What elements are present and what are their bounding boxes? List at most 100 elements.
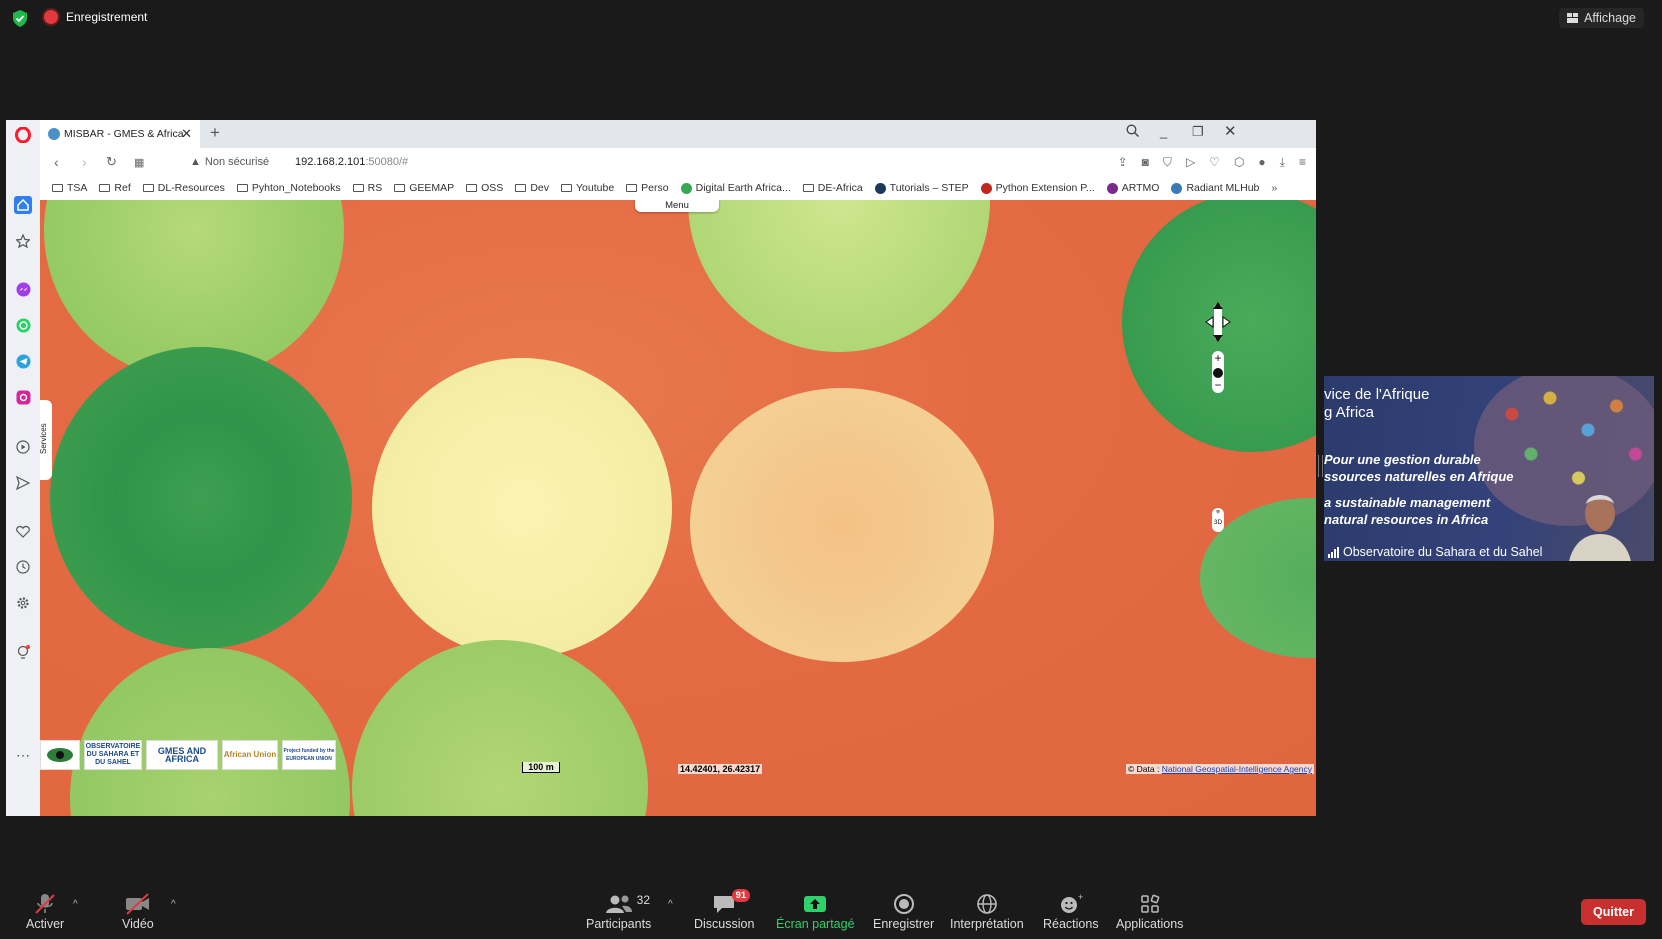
extensions-cube-icon[interactable]: ⬡ (1234, 155, 1244, 170)
whatsapp-icon[interactable] (14, 316, 32, 334)
tab-misbar[interactable]: MISBAR - GMES & Africa ✕ (40, 120, 200, 148)
folder-icon (352, 184, 364, 192)
map-menu-button[interactable]: Menu (635, 200, 719, 212)
adblock-shield-icon[interactable]: ⛉ (1163, 155, 1172, 170)
apps-button[interactable]: Applications (1116, 891, 1183, 931)
bookmark-heart-icon[interactable]: ♡ (1209, 155, 1220, 170)
share-page-icon[interactable]: ⇪ (1118, 155, 1128, 170)
bookmark-item[interactable]: DL-Resources (142, 182, 225, 194)
bookmark-item[interactable]: OSS (466, 182, 503, 194)
lightbulb-icon[interactable] (14, 644, 32, 662)
split-resize-handle[interactable] (1318, 455, 1323, 477)
apps-grid-icon (1140, 894, 1160, 913)
tab-strip: MISBAR - GMES & Africa ✕ + _ ❐ ✕ (40, 120, 1316, 148)
home-icon[interactable] (14, 196, 32, 214)
bookmark-label: Pyhton_Notebooks (251, 182, 341, 194)
bookmark-item[interactable]: Pyhton_Notebooks (236, 182, 341, 194)
signal-bars-icon (1328, 546, 1339, 558)
bookmark-label: Youtube (576, 182, 615, 194)
services-panel-tab[interactable]: Services (40, 400, 52, 480)
chat-button[interactable]: 91 Discussion (694, 889, 754, 931)
messenger-icon[interactable] (14, 280, 32, 298)
bookmark-item[interactable]: DE-Africa (802, 182, 863, 194)
close-tab-icon[interactable]: ✕ (181, 126, 192, 142)
bookmark-item[interactable]: Tutorials – STEP (874, 182, 969, 194)
map-attribution: © Data : National Geospatial-Intelligenc… (1126, 764, 1314, 774)
close-window-icon[interactable]: ✕ (1224, 122, 1237, 140)
reactions-button[interactable]: + Réactions (1043, 891, 1099, 931)
telegram-icon[interactable] (14, 352, 32, 370)
opera-logo-icon[interactable] (14, 126, 32, 144)
leave-meeting-button[interactable]: Quitter (1581, 899, 1646, 925)
bookmark-item[interactable]: Python Extension P... (980, 182, 1095, 194)
screen-share-button[interactable]: Écran partagé (776, 891, 855, 931)
cursor-coordinates: 14.42401, 26.42317 (678, 764, 763, 774)
history-icon[interactable] (14, 558, 32, 576)
minimize-icon[interactable]: _ (1160, 124, 1167, 139)
bookmark-item[interactable]: Youtube (561, 182, 614, 194)
instagram-icon[interactable] (14, 388, 32, 406)
pivot-field (690, 388, 994, 662)
african-union-logo: African Union (222, 740, 278, 770)
audio-options-chevron-icon[interactable]: ^ (73, 899, 78, 910)
back-icon[interactable]: ‹ (54, 154, 59, 170)
map-viewport[interactable]: Menu Services + − ≡ 3D OBSERVATOIRE DU S… (40, 200, 1316, 816)
bookmark-item[interactable]: Radiant MLHub (1171, 182, 1259, 194)
bookmark-item[interactable]: Digital Earth Africa... (680, 182, 791, 194)
bookmark-label: RS (367, 182, 383, 194)
bookmark-item[interactable]: Dev (515, 182, 549, 194)
tab-grid-icon[interactable]: ▦ (134, 156, 144, 169)
bookmark-item[interactable]: RS (352, 182, 383, 194)
camera-icon[interactable]: ◙ (1142, 155, 1149, 170)
star-icon[interactable] (14, 232, 32, 250)
bookmark-label: Radiant MLHub (1186, 182, 1260, 194)
view-button[interactable]: Affichage (1559, 8, 1644, 28)
oss-logo: OBSERVATOIRE DU SAHARA ET DU SAHEL (84, 740, 142, 770)
pivot-field (50, 347, 352, 649)
player-icon[interactable] (14, 438, 32, 456)
video-options-chevron-icon[interactable]: ^ (171, 899, 176, 910)
security-shield-icon[interactable] (12, 10, 28, 27)
meeting-top-bar: Enregistrement Affichage (0, 0, 1662, 36)
restore-icon[interactable]: ❐ (1192, 124, 1204, 140)
bookmark-label: Tutorials – STEP (889, 182, 969, 194)
pan-arrows-icon[interactable] (1205, 300, 1231, 344)
bookmark-item[interactable]: Ref (99, 182, 131, 194)
bookmark-item[interactable]: GEEMAP (394, 182, 454, 194)
more-bookmarks-icon[interactable]: » (1271, 182, 1277, 194)
participants-button[interactable]: 32 Participants (586, 891, 651, 931)
settings-gear-icon[interactable] (14, 594, 32, 612)
view-3d-toggle[interactable]: ≡ 3D (1212, 508, 1224, 532)
record-button[interactable]: Enregistrer (873, 891, 934, 931)
send-icon[interactable] (14, 474, 32, 492)
profile-avatar-icon[interactable]: ● (1258, 155, 1265, 170)
recording-dot-icon (44, 10, 58, 24)
flow-send-icon[interactable]: ▷ (1186, 155, 1195, 170)
bookmark-label: DL-Resources (157, 182, 225, 194)
bookmark-item[interactable]: Perso (626, 182, 669, 194)
attribution-prefix: © Data : (1128, 764, 1160, 774)
forward-icon[interactable]: › (82, 154, 87, 170)
search-tabs-icon[interactable] (1126, 124, 1139, 140)
unmute-button[interactable]: Activer (26, 891, 64, 931)
security-status[interactable]: ▲ Non sécurisé (190, 156, 269, 168)
new-tab-icon[interactable]: + (210, 123, 220, 143)
bookmark-item[interactable]: ARTMO (1106, 182, 1159, 194)
zoom-slider-icon[interactable]: + − (1205, 351, 1231, 393)
participants-options-chevron-icon[interactable]: ^ (668, 899, 673, 910)
participant-video[interactable]: vice de l'Afrique g Africa Pour une gest… (1324, 376, 1654, 561)
attribution-link[interactable]: National Geospatial-Intelligence Agency (1162, 764, 1312, 774)
heart-icon[interactable] (14, 522, 32, 540)
url-field[interactable]: 192.168.2.101:50080/# (295, 156, 408, 168)
interpretation-button[interactable]: Interprétation (950, 891, 1024, 931)
recording-indicator[interactable]: Enregistrement (44, 10, 147, 24)
toolbar-icons: ⇪ ◙ ⛉ ▷ ♡ ⬡ ● ⤓ ≡ (1118, 155, 1306, 170)
download-icon[interactable]: ⤓ (1280, 155, 1285, 170)
easy-setup-icon[interactable]: ≡ (1299, 155, 1306, 170)
more-dots-icon[interactable]: ⋯ (14, 746, 32, 764)
bookmark-item[interactable]: TSA (52, 182, 87, 194)
bookmark-label: Dev (530, 182, 550, 194)
reload-icon[interactable]: ↻ (106, 154, 117, 170)
video-button[interactable]: Vidéo (122, 891, 154, 931)
video-off-icon (125, 893, 149, 915)
